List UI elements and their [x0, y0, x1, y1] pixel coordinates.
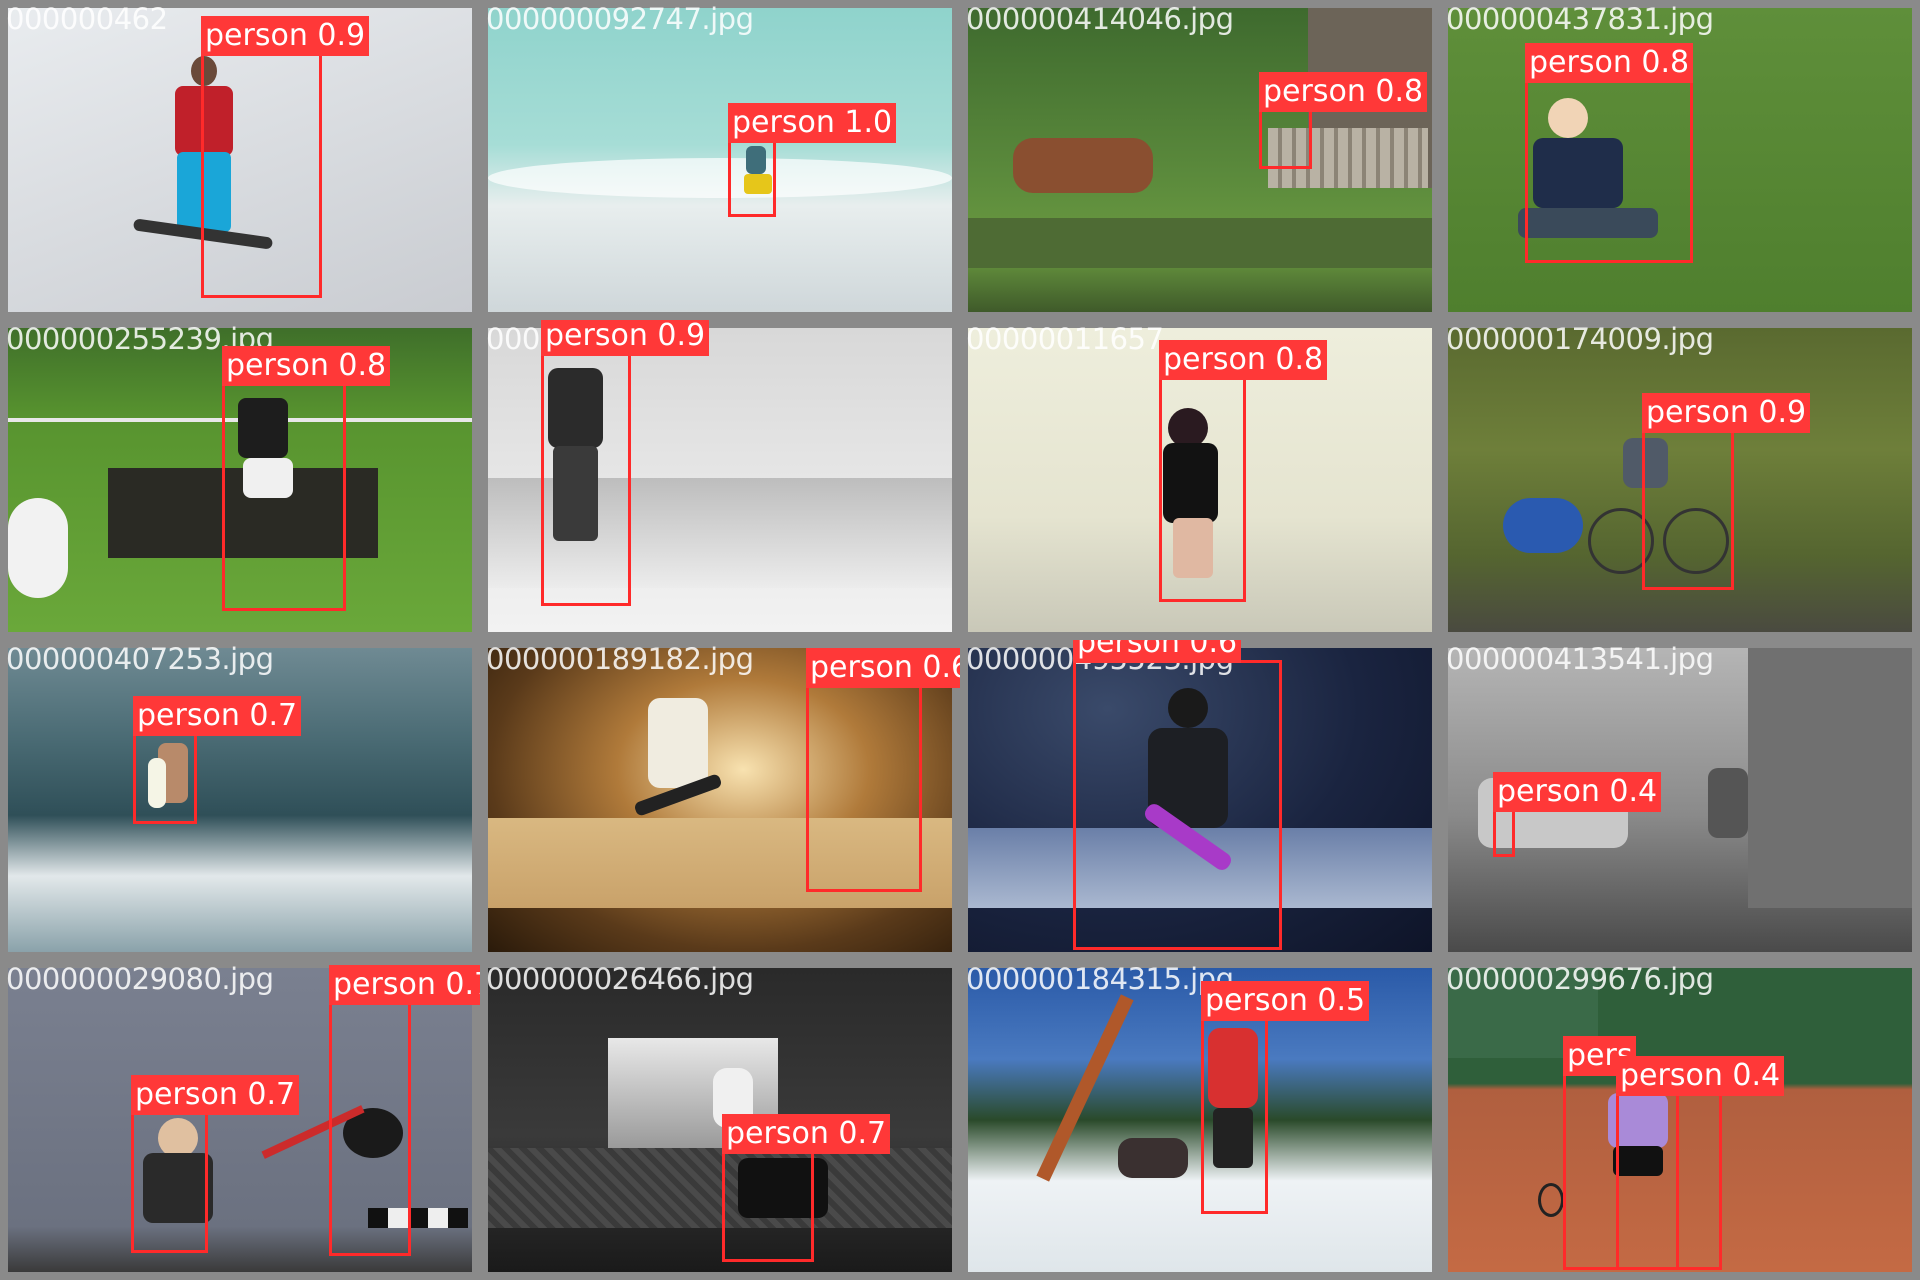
detection-label: person 0.6 — [1073, 640, 1242, 663]
detection-label: person 0.7 — [131, 1075, 300, 1115]
detection-label: person 0.8 — [1259, 72, 1428, 112]
detection-label: person 0.8 — [222, 346, 391, 386]
tile-man-wall: 000000029080.jpg person 0.7 person 0.7 — [0, 960, 480, 1280]
tile-frisbee-field: 000000255239.jpg person 0.8 — [0, 320, 480, 640]
image-filename: 000000413541.jpg — [1446, 642, 1714, 676]
detection-results-grid: 000000462 person 0.9 000000092747.jpg pe… — [0, 0, 1920, 1280]
image-filename: 000 — [486, 322, 540, 356]
detection-box: person 0.9 — [541, 320, 710, 606]
detection-box: person 0.7 — [131, 1075, 300, 1253]
detection-box: person 0.9 — [201, 16, 370, 298]
tile-cow-fence: 000000414046.jpg person 0.8 — [960, 0, 1440, 320]
detection-label: person 1.0 — [728, 103, 897, 143]
image-filename: 00000011657 — [966, 322, 1164, 356]
detection-box: person 0.7 — [329, 965, 480, 1256]
detection-label: person 0.9 — [201, 16, 370, 56]
detection-label: person 0.7 — [329, 965, 480, 1005]
image-filename: 000000462 — [6, 2, 168, 36]
detection-box: person 0.5 — [1201, 981, 1370, 1214]
detection-label: person 0.4 — [1616, 1056, 1785, 1096]
tile-skate-indoor: 000000189182.jpg person 0.6 — [480, 640, 960, 960]
detection-box: person 0.8 — [1159, 340, 1328, 602]
tile-skate-bowl: 000000495523.jpg person 0.6 — [960, 640, 1440, 960]
detection-box: person 0.8 — [222, 346, 391, 611]
image-filename: 000000026466.jpg — [486, 962, 754, 996]
detection-label: person 0.8 — [1525, 43, 1694, 83]
detection-box: person 0.8 — [1525, 43, 1694, 263]
image-filename: 000000414046.jpg — [966, 2, 1234, 36]
detection-label: person 0.7 — [133, 696, 302, 736]
detection-label: person 0.6 — [806, 648, 960, 688]
tile-surfer-ocean: 000000407253.jpg person 0.7 — [0, 640, 480, 960]
detection-label: person 0.9 — [1642, 393, 1811, 433]
tile-woman-posing: 00000011657 person 0.8 — [960, 320, 1440, 640]
tile-living-room: 000000413541.jpg person 0.4 — [1440, 640, 1920, 960]
tile-skier-dogs: 000000184315.jpg person 0.5 — [960, 960, 1440, 1280]
detection-box: person 0.7 — [722, 1114, 891, 1262]
detection-box: person 0.6 — [1073, 640, 1282, 950]
image-filename: 000000189182.jpg — [486, 642, 754, 676]
detection-box: person 0.8 — [1259, 72, 1428, 169]
image-filename: 000000184315.jpg — [966, 962, 1234, 996]
tile-child-throw: 000000437831.jpg person 0.8 — [1440, 0, 1920, 320]
tile-tennis: 000000299676.jpg pers person 0.4 — [1440, 960, 1920, 1280]
detection-box: person 0.4 — [1493, 772, 1662, 857]
detection-box: person 0.4 — [1616, 1056, 1785, 1270]
tile-surfer-wave: 000000092747.jpg person 1.0 — [480, 0, 960, 320]
detection-label: person 0.9 — [541, 320, 710, 356]
tile-cyclist: 000000174009.jpg person 0.9 — [1440, 320, 1920, 640]
image-filename: 000000299676.jpg — [1446, 962, 1714, 996]
tile-hotel-room: 000000026466.jpg person 0.7 — [480, 960, 960, 1280]
image-filename: 000000407253.jpg — [6, 642, 274, 676]
photo-surfer-ocean — [8, 648, 472, 952]
detection-label: person 0.5 — [1201, 981, 1370, 1021]
photo-surfer-wave — [488, 8, 952, 312]
detection-box: person 0.9 — [1642, 393, 1811, 590]
detection-label: person 0.8 — [1159, 340, 1328, 380]
image-filename: 000000092747.jpg — [486, 2, 754, 36]
tile-snowboarder: 000000462 person 0.9 — [0, 0, 480, 320]
photo-cow-fence — [968, 8, 1432, 312]
detection-box: person 1.0 — [728, 103, 897, 217]
detection-box: person 0.6 — [806, 648, 960, 892]
image-filename: 000000029080.jpg — [6, 962, 274, 996]
tile-skier-bw: 000 person 0.9 — [480, 320, 960, 640]
image-filename: 000000174009.jpg — [1446, 322, 1714, 356]
image-filename: 000000437831.jpg — [1446, 2, 1714, 36]
detection-box: person 0.7 — [133, 696, 302, 824]
detection-label: person 0.7 — [722, 1114, 891, 1154]
detection-label: person 0.4 — [1493, 772, 1662, 812]
